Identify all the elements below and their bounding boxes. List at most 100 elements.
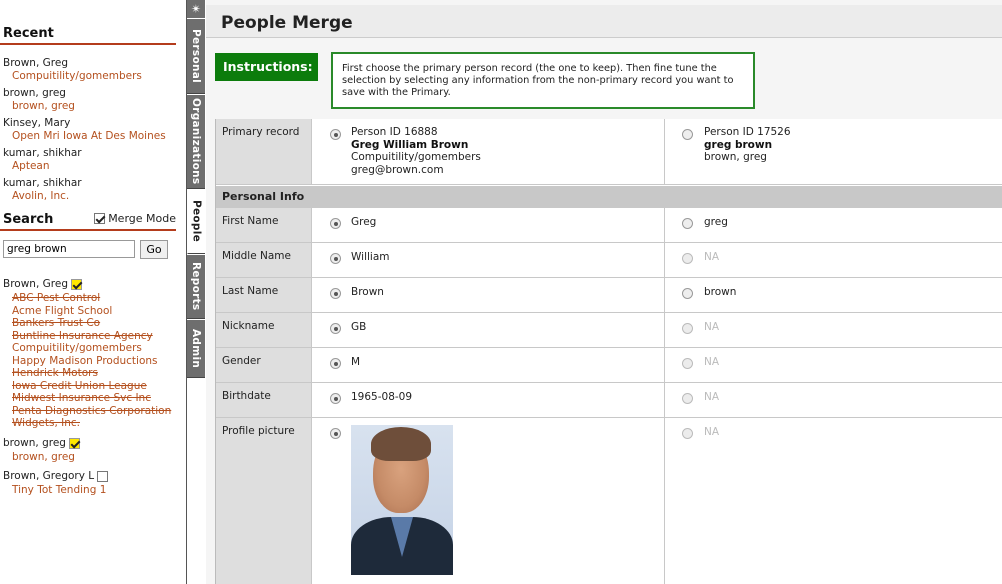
recent-item[interactable]: Kinsey, Mary Open Mri Iowa At Des Moines <box>3 117 183 143</box>
secondary-record-radio[interactable] <box>682 129 693 140</box>
recent-item-name[interactable]: Kinsey, Mary <box>3 117 183 130</box>
primary-value-radio[interactable] <box>330 393 341 404</box>
secondary-value-radio <box>682 323 693 334</box>
recent-item-org[interactable]: Open Mri Iowa At Des Moines <box>3 130 183 143</box>
primary-cell: Greg <box>311 208 664 242</box>
result-name[interactable]: Brown, Greg <box>3 277 68 292</box>
recent-item-name[interactable]: kumar, shikhar <box>3 177 183 190</box>
secondary-person-id: Person ID 17526 <box>704 126 791 138</box>
secondary-value-radio <box>682 428 693 439</box>
tab-people[interactable]: People <box>187 190 205 254</box>
search-input[interactable] <box>3 240 135 258</box>
recent-item[interactable]: kumar, shikhar Aptean <box>3 147 183 173</box>
secondary-value: NA <box>704 321 720 333</box>
recent-item[interactable]: kumar, shikhar Avolin, Inc. <box>3 177 183 203</box>
primary-cell: 1965-08-09 <box>311 383 664 417</box>
result-merge-checkbox[interactable] <box>70 279 82 290</box>
secondary-value-radio[interactable] <box>682 218 693 229</box>
secondary-cell: brown <box>664 278 1002 312</box>
primary-value-radio[interactable] <box>330 288 341 299</box>
result-org[interactable]: Compuitility/gomembers <box>3 342 183 355</box>
primary-record-radio[interactable] <box>330 129 341 140</box>
result-org[interactable]: Midwest Insurance Svc Inc <box>3 392 183 405</box>
collapse-pin-icon[interactable]: ✴ <box>187 0 205 18</box>
secondary-cell: NA <box>664 348 1002 382</box>
tab-admin-label: Admin <box>190 328 202 369</box>
primary-cell: GB <box>311 313 664 347</box>
secondary-value: greg <box>704 216 728 228</box>
result-org[interactable]: Penta Diagnostics Corporation <box>3 405 183 418</box>
row-label: Nickname <box>216 313 311 347</box>
tab-organizations-label: Organizations <box>190 98 202 185</box>
primary-value: William <box>351 251 390 263</box>
recent-item-org[interactable]: Avolin, Inc. <box>3 190 183 203</box>
recent-item-org[interactable]: Aptean <box>3 160 183 173</box>
primary-value-radio[interactable] <box>330 358 341 369</box>
primary-value-radio[interactable] <box>330 323 341 334</box>
result-org[interactable]: Bankers Trust Co <box>3 317 183 330</box>
tab-organizations[interactable]: Organizations <box>187 95 205 189</box>
secondary-value-radio[interactable] <box>682 288 693 299</box>
result-org[interactable]: Acme Flight School <box>3 305 183 318</box>
result-name[interactable]: brown, greg <box>3 436 66 451</box>
result-org[interactable]: Widgets, Inc. <box>3 417 183 430</box>
tab-personal-label: Personal <box>190 28 202 84</box>
secondary-value-radio <box>682 358 693 369</box>
merge-mode-checkbox[interactable] <box>94 213 106 224</box>
search-result: Brown, Gregory L Tiny Tot Tending 1 <box>3 469 183 497</box>
field-row-last-name: Last Name Brown brown <box>216 278 1002 313</box>
primary-value-radio[interactable] <box>330 428 341 439</box>
result-name[interactable]: Brown, Gregory L <box>3 469 94 484</box>
primary-person-org: Compuitility/gomembers <box>351 151 481 163</box>
result-org[interactable]: Happy Madison Productions <box>3 355 183 368</box>
result-org[interactable]: Tiny Tot Tending 1 <box>3 484 183 497</box>
primary-cell <box>311 418 664 584</box>
primary-person-id: Person ID 16888 <box>351 126 438 138</box>
result-org[interactable]: Iowa Credit Union League <box>3 380 183 393</box>
recent-item-org[interactable]: Compuitility/gomembers <box>3 70 183 83</box>
recent-heading: Recent <box>0 26 176 45</box>
recent-item[interactable]: Brown, Greg Compuitility/gomembers <box>3 57 183 83</box>
primary-cell: Person ID 16888 Greg William Brown Compu… <box>311 119 664 184</box>
tab-admin[interactable]: Admin <box>187 320 205 378</box>
primary-value-radio[interactable] <box>330 218 341 229</box>
secondary-person-name: greg brown <box>704 138 773 151</box>
secondary-value-radio <box>682 393 693 404</box>
tab-reports-label: Reports <box>190 262 202 311</box>
primary-value-radio[interactable] <box>330 253 341 264</box>
secondary-value: NA <box>704 426 720 438</box>
result-org[interactable]: ABC Pest Control <box>3 292 183 305</box>
primary-value: M <box>351 356 361 368</box>
row-label: Profile picture <box>216 418 311 584</box>
field-row-birthdate: Birthdate 1965-08-09 NA <box>216 383 1002 418</box>
search-go-button[interactable]: Go <box>140 240 168 259</box>
primary-cell: William <box>311 243 664 277</box>
recent-item-org[interactable]: brown, greg <box>3 100 183 113</box>
primary-value: GB <box>351 321 367 333</box>
secondary-value-radio <box>682 253 693 264</box>
secondary-cell: Person ID 17526 greg brown brown, greg <box>664 119 1002 184</box>
field-row-nickname: Nickname GB NA <box>216 313 1002 348</box>
secondary-cell: NA <box>664 418 1002 584</box>
merge-mode-toggle[interactable]: Merge Mode <box>94 212 176 225</box>
result-org[interactable]: Hendrick Motors <box>3 367 183 380</box>
search-result: Brown, Greg ABC Pest Control Acme Flight… <box>3 277 183 430</box>
result-merge-checkbox[interactable] <box>68 437 80 449</box>
main-content: People Merge Instructions: First choose … <box>206 0 1002 584</box>
result-name-row: Brown, Gregory L <box>3 469 183 484</box>
secondary-cell: NA <box>664 243 1002 277</box>
recent-item-name[interactable]: brown, greg <box>3 87 183 100</box>
primary-value: Greg <box>351 216 377 228</box>
recent-item[interactable]: brown, greg brown, greg <box>3 87 183 113</box>
search-result: brown, greg brown, greg <box>3 436 183 464</box>
result-merge-checkbox[interactable] <box>97 471 109 482</box>
recent-item-name[interactable]: kumar, shikhar <box>3 147 183 160</box>
result-org[interactable]: Buntline Insurance Agency <box>3 330 183 343</box>
field-row-first-name: First Name Greg greg <box>216 208 1002 243</box>
result-org[interactable]: brown, greg <box>3 451 183 464</box>
secondary-value: NA <box>704 356 720 368</box>
tab-personal[interactable]: Personal <box>187 19 205 94</box>
row-label: First Name <box>216 208 311 242</box>
recent-item-name[interactable]: Brown, Greg <box>3 57 183 70</box>
tab-reports[interactable]: Reports <box>187 255 205 319</box>
